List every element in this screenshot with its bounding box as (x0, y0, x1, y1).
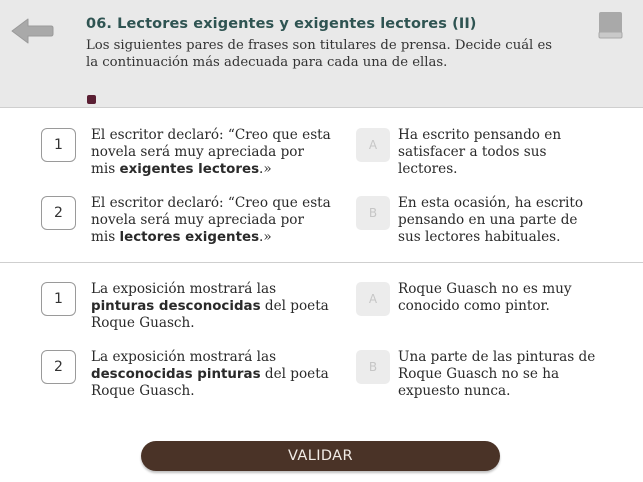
option-text: Roque Guasch no es muy conocido como pin… (398, 281, 572, 314)
option-text: En esta ocasión, ha escrito pensando en … (398, 195, 584, 245)
page-indicator (87, 95, 96, 104)
sentence-text-start: La exposición mostrará las (91, 349, 277, 365)
sentence-key-phrase: lectores exigentes (119, 230, 260, 245)
sentence-text-start: La exposición mostrará las (91, 281, 277, 297)
option-text: Una parte de las pinturas de Roque Guasc… (398, 349, 596, 399)
header: 06. Lectores exigentes y exigentes lecto… (0, 0, 643, 108)
instructions-text: Los siguientes pares de frases son titul… (86, 38, 553, 70)
validate-button[interactable]: VALIDAR (141, 441, 500, 471)
sentence-text: El escritor declaró: “Creo que esta nove… (91, 127, 331, 178)
sentence-key-phrase: desconocidas pinturas (91, 367, 261, 382)
option-letter-box[interactable]: A (356, 128, 390, 162)
sentence-text-end: .» (259, 229, 272, 245)
option-letter-box[interactable]: B (356, 196, 390, 230)
exercise-title: 06. Lectores exigentes y exigentes lecto… (86, 16, 477, 32)
sentence-text: La exposición mostrará las desconocidas … (91, 349, 331, 400)
option-text: Ha escrito pensando en satisfacer a todo… (398, 127, 562, 177)
sentence-text: El escritor declaró: “Creo que esta nove… (91, 195, 331, 246)
sentence-number-box[interactable]: 1 (41, 128, 76, 162)
option-letter-box[interactable]: B (356, 350, 390, 384)
sentence-key-phrase: pinturas desconocidas (91, 299, 261, 314)
sentence-number-box[interactable]: 2 (41, 196, 76, 230)
sentence-number-box[interactable]: 2 (41, 350, 76, 384)
book-icon[interactable] (598, 11, 624, 39)
sentence-text-end: .» (259, 161, 272, 177)
sentence-number-box[interactable]: 1 (41, 282, 76, 316)
back-arrow-icon[interactable] (9, 14, 55, 48)
option-letter-box[interactable]: A (356, 282, 390, 316)
section-divider (0, 262, 643, 263)
sentence-text: La exposición mostrará las pinturas desc… (91, 281, 331, 332)
sentence-key-phrase: exigentes lectores (119, 162, 260, 177)
